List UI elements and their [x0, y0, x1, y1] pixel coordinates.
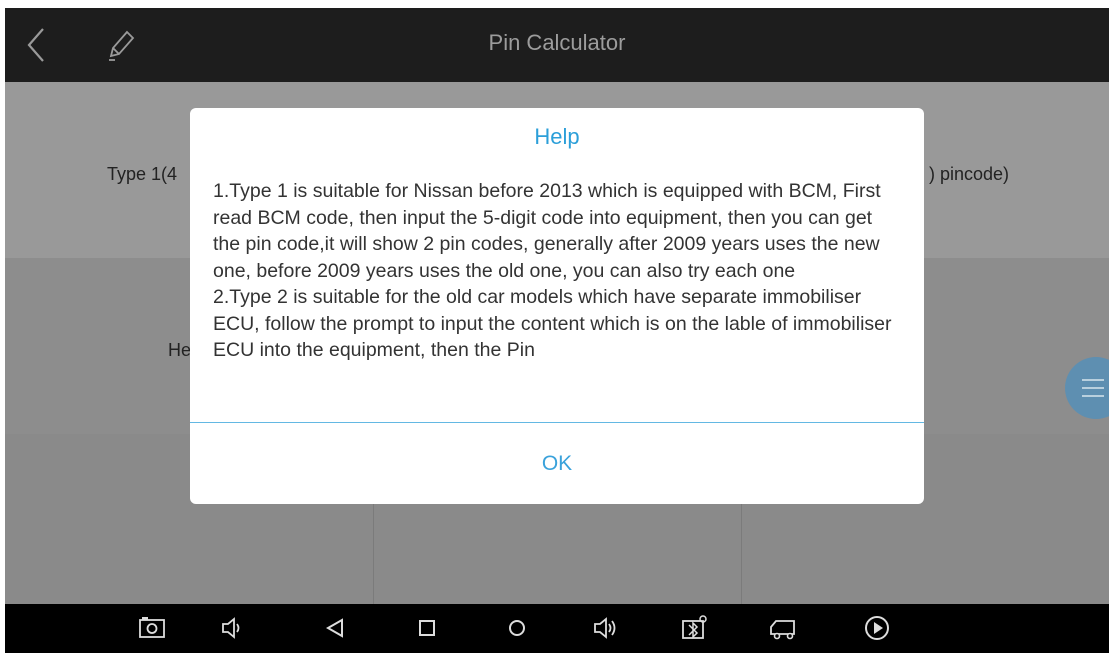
page-title: Pin Calculator — [488, 30, 626, 55]
help-option-label[interactable]: He — [168, 340, 191, 361]
help-paragraph: 1.Type 1 is suitable for Nissan before 2… — [213, 180, 881, 282]
menu-icon — [1082, 395, 1104, 397]
dialog-title: Help — [534, 124, 580, 149]
help-dialog: Help 1.Type 1 is suitable for Nissan bef… — [190, 108, 924, 504]
home-circle-icon[interactable] — [502, 613, 532, 643]
help-paragraph: 2.Type 2 is suitable for the old car mod… — [213, 286, 892, 361]
bluetooth-vci-icon[interactable] — [679, 613, 709, 643]
ok-button[interactable]: OK — [190, 423, 924, 504]
type1-option-label[interactable]: Type 1(4 — [107, 164, 177, 185]
vehicle-icon[interactable] — [768, 613, 798, 643]
play-icon[interactable] — [862, 613, 892, 643]
volume-down-icon[interactable] — [217, 613, 247, 643]
menu-icon — [1082, 379, 1104, 381]
screenshot-icon[interactable] — [137, 613, 167, 643]
system-nav-bar — [5, 604, 1109, 653]
dialog-body[interactable]: 1.Type 1 is suitable for Nissan before 2… — [213, 178, 903, 423]
top-bar: Pin Calculator — [5, 8, 1109, 82]
back-triangle-icon[interactable] — [320, 613, 350, 643]
recent-apps-icon[interactable] — [412, 613, 442, 643]
menu-icon — [1082, 387, 1104, 389]
type2-option-label[interactable]: ) pincode) — [929, 164, 1009, 185]
volume-up-icon[interactable] — [591, 613, 621, 643]
